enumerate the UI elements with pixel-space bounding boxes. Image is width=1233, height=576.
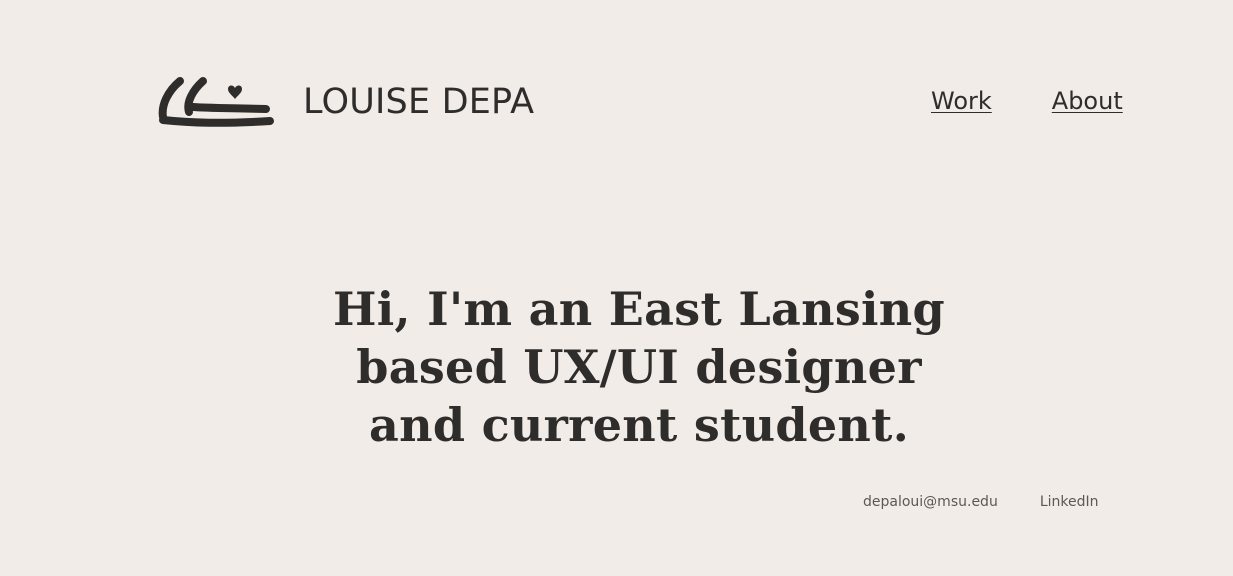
nav-about-link[interactable]: About	[1052, 84, 1123, 118]
handwritten-ll-heart-logo-icon	[158, 77, 274, 127]
site-header: LOUISE DEPA Work About	[0, 0, 1233, 200]
site-title: LOUISE DEPA	[303, 82, 535, 122]
hero-headline: Hi, I'm an East Lansing based UX/UI desi…	[332, 281, 946, 452]
main-navigation: Work About	[931, 84, 1123, 118]
logo-link[interactable]	[158, 74, 274, 130]
nav-work-link[interactable]: Work	[931, 84, 992, 118]
linkedin-link[interactable]: LinkedIn	[1040, 492, 1099, 512]
email-link[interactable]: depaloui@msu.edu	[863, 492, 998, 512]
footer-links: depaloui@msu.edu LinkedIn	[863, 492, 1099, 512]
